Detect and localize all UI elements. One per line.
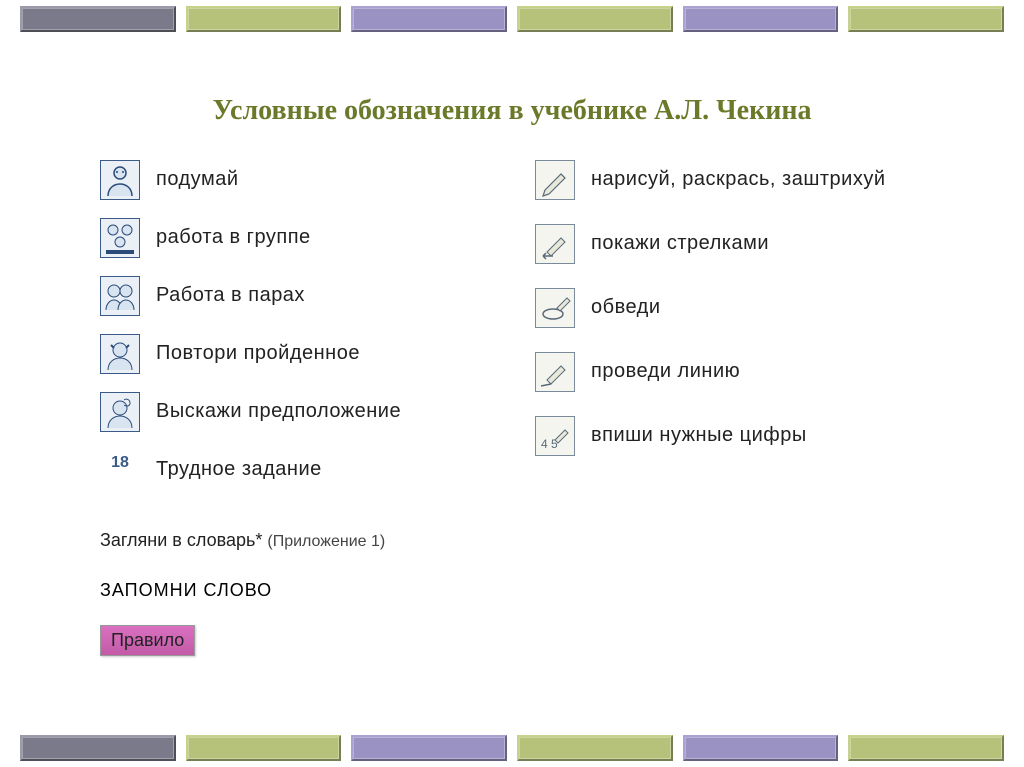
group-icon: [100, 218, 140, 258]
deco-block: [351, 6, 507, 32]
deco-block: [683, 6, 839, 32]
deco-block: [848, 735, 1004, 761]
legend-label: Выскажи предположение: [156, 392, 401, 423]
legend-label: обведи: [591, 288, 661, 319]
legend-row: проведи линию: [535, 352, 930, 392]
deco-block: [848, 6, 1004, 32]
deco-block: [683, 735, 839, 761]
deco-block: [186, 735, 342, 761]
deco-block: [351, 735, 507, 761]
deco-block: [517, 735, 673, 761]
deco-block: [20, 735, 176, 761]
deco-block: [186, 6, 342, 32]
rule-box: Правило: [100, 625, 195, 656]
legend-label: подумай: [156, 160, 239, 191]
legend-label: работа в группе: [156, 218, 311, 249]
suggest-icon: [100, 392, 140, 432]
dictionary-text: Загляни в словарь*: [100, 530, 262, 550]
pair-icon: [100, 276, 140, 316]
appendix-text: (Приложение 1): [267, 533, 385, 550]
legend-row: Работа в парах: [100, 276, 495, 316]
hard-task-number: 18: [100, 450, 140, 472]
arrow-pencil-icon: [535, 224, 575, 264]
line-pencil-icon: [535, 352, 575, 392]
page-title: Условные обозначения в учебнике А.Л. Чек…: [0, 95, 1024, 127]
dictionary-line: Загляни в словарь* (Приложение 1): [100, 530, 385, 551]
legend-row: Выскажи предположение: [100, 392, 495, 432]
legend-row: покажи стрелками: [535, 224, 930, 264]
legend-label: проведи линию: [591, 352, 740, 383]
legend-row: нарисуй, раскрась, заштрихуй: [535, 160, 930, 200]
legend-row: Повтори пройденное: [100, 334, 495, 374]
legend-row: 4 5 впиши нужные цифры: [535, 416, 930, 456]
legend-label: нарисуй, раскрась, заштрихуй: [591, 160, 886, 191]
numbers-pencil-icon: 4 5: [535, 416, 575, 456]
legend-row: 18 Трудное задание: [100, 450, 495, 481]
top-border-strip: [0, 6, 1024, 32]
legend-row: подумай: [100, 160, 495, 200]
legend-label: впиши нужные цифры: [591, 416, 807, 447]
deco-block: [517, 6, 673, 32]
legend-label: покажи стрелками: [591, 224, 769, 255]
think-person-icon: [100, 160, 140, 200]
deco-block: [20, 6, 176, 32]
pencil-icon: [535, 160, 575, 200]
bottom-border-strip: [0, 735, 1024, 761]
legend-row: обведи: [535, 288, 930, 328]
review-icon: [100, 334, 140, 374]
legend-content: подумай работа в группе Работа в парах П…: [100, 160, 930, 499]
legend-label: Трудное задание: [156, 450, 322, 481]
right-column: нарисуй, раскрась, заштрихуй покажи стре…: [535, 160, 930, 499]
left-column: подумай работа в группе Работа в парах П…: [100, 160, 495, 499]
legend-label: Работа в парах: [156, 276, 305, 307]
remember-word: ЗАПОМНИ СЛОВО: [100, 580, 272, 601]
legend-row: работа в группе: [100, 218, 495, 258]
legend-label: Повтори пройденное: [156, 334, 360, 365]
circle-pencil-icon: [535, 288, 575, 328]
